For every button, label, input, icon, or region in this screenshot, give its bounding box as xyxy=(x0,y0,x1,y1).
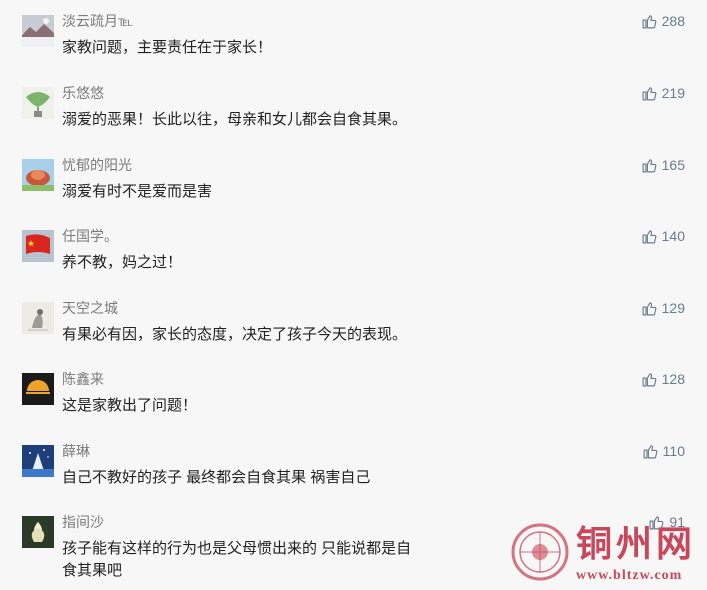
comment-item: 陈鑫来 这是家教出了问题！ 128 xyxy=(0,358,707,428)
comment-item: 薛琳 自己不教好的孩子 最终都会自食其果 祸害自己 110 xyxy=(0,430,707,500)
like-count: 110 xyxy=(662,443,685,459)
comment-username[interactable]: 天空之城 xyxy=(62,299,118,317)
comment-text: 自己不教好的孩子 最终都会自食其果 祸害自己 xyxy=(62,469,371,486)
watermark-title: 铜州网 xyxy=(576,523,697,565)
comment-item: 天空之城 有果必有因，家长的态度，决定了孩子今天的表现。 129 xyxy=(0,287,707,357)
comment-item: 任国学。 养不教，妈之过！ 140 xyxy=(0,215,707,285)
comment-item: 忧郁的阳光 溺爱有时不是爱而是害 165 xyxy=(0,144,707,214)
lotus-avatar[interactable] xyxy=(22,516,54,548)
night-sky-avatar[interactable] xyxy=(22,445,54,477)
like-count: 288 xyxy=(661,13,685,29)
site-watermark: 铜州网 www.bltzw.com xyxy=(510,522,707,590)
thumbs-up-icon xyxy=(643,444,658,458)
seal-logo-icon xyxy=(511,523,569,581)
thumbs-up-icon xyxy=(642,372,657,386)
comment-username[interactable]: 任国学。 xyxy=(62,227,118,245)
sketch-avatar[interactable] xyxy=(22,302,54,334)
like-button[interactable]: 165 xyxy=(641,156,685,174)
comment-text: 这是家教出了问题！ xyxy=(62,397,198,414)
like-button[interactable]: 219 xyxy=(641,84,685,102)
comment-text: 孩子能有这样的行为也是父母惯出来的 只能说都是自食其果吧 xyxy=(62,540,412,579)
thumbs-up-icon xyxy=(642,229,657,243)
comment-username[interactable]: 陈鑫来 xyxy=(62,370,104,388)
comment-text: 溺爱有时不是爱而是害 xyxy=(62,183,213,200)
comment-item: 淡云疏月℡ 家教问题，主要责任在于家长！ 288 xyxy=(0,0,707,70)
comment-username[interactable]: 淡云疏月℡ xyxy=(62,12,133,30)
snowy-landscape-avatar[interactable] xyxy=(22,15,54,47)
watermark-url: www.bltzw.com xyxy=(576,568,683,583)
like-button[interactable]: 110 xyxy=(642,442,685,460)
comment-text: 养不教，妈之过！ xyxy=(62,254,183,271)
comment-text: 溺爱的恶果！长此以往，母亲和女儿都会自食其果。 xyxy=(62,111,408,128)
comment-username[interactable]: 乐悠悠 xyxy=(62,84,104,102)
thumbs-up-icon xyxy=(642,301,657,315)
thumbs-up-icon xyxy=(642,86,657,100)
comment-username[interactable]: 薛琳 xyxy=(62,442,90,460)
like-count: 129 xyxy=(661,300,685,316)
like-count: 140 xyxy=(661,228,685,244)
red-flag-avatar[interactable] xyxy=(22,230,54,262)
sunset-avatar[interactable] xyxy=(22,373,54,405)
thumbs-up-icon xyxy=(642,158,657,172)
flower-avatar[interactable] xyxy=(22,159,54,191)
thumbs-up-icon xyxy=(642,14,657,28)
like-button[interactable]: 140 xyxy=(641,227,685,245)
comment-item: 乐悠悠 溺爱的恶果！长此以往，母亲和女儿都会自食其果。 219 xyxy=(0,72,707,142)
like-button[interactable]: 288 xyxy=(641,12,685,30)
ginkgo-leaf-avatar[interactable] xyxy=(22,87,54,119)
comment-username[interactable]: 指间沙 xyxy=(62,513,104,531)
comment-text: 有果必有因，家长的态度，决定了孩子今天的表现。 xyxy=(62,326,408,343)
like-count: 128 xyxy=(661,371,685,387)
comment-username[interactable]: 忧郁的阳光 xyxy=(62,156,132,174)
like-count: 219 xyxy=(661,85,685,101)
like-button[interactable]: 128 xyxy=(641,370,685,388)
like-button[interactable]: 129 xyxy=(641,299,685,317)
like-count: 165 xyxy=(661,157,685,173)
comment-text: 家教问题，主要责任在于家长！ xyxy=(62,39,273,56)
